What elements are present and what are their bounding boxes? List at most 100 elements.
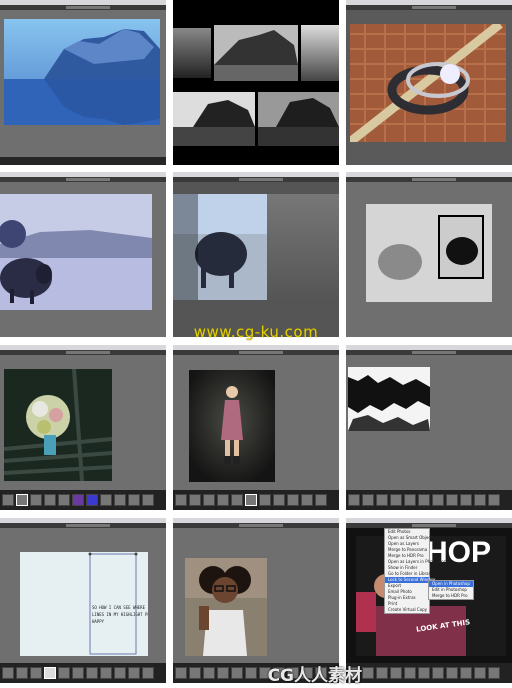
workspace: HOP LOOK AT THIS Edit Photos Open as Sma… [346, 528, 512, 683]
filmstrip-thumb[interactable] [273, 494, 285, 506]
cell-magazine: HOP LOOK AT THIS Edit Photos Open as Sma… [346, 518, 512, 683]
status-bar [0, 157, 166, 165]
filmstrip[interactable] [346, 490, 512, 510]
workspace [0, 355, 166, 510]
filmstrip-thumb[interactable] [404, 667, 416, 679]
filmstrip-thumb[interactable] [460, 667, 472, 679]
filmstrip-thumb[interactable] [16, 667, 28, 679]
filmstrip-thumb[interactable] [128, 667, 140, 679]
filmstrip-thumb[interactable] [362, 494, 374, 506]
menu-item[interactable]: Create Virtual Copy [385, 607, 429, 613]
filmstrip-thumb[interactable] [488, 494, 500, 506]
cell-rings [346, 0, 512, 165]
filmstrip-thumb[interactable] [348, 494, 360, 506]
filmstrip-thumb[interactable] [100, 494, 112, 506]
filmstrip-thumb[interactable] [376, 494, 388, 506]
filmstrip-thumb[interactable] [114, 667, 126, 679]
photo-girl-glasses [185, 558, 267, 656]
watermark-logo-text: CG人人素材 [267, 666, 362, 686]
photo-bw-5 [258, 92, 339, 146]
workspace [0, 182, 166, 337]
cell-girl-dress [173, 345, 339, 510]
filmstrip-thumb[interactable] [2, 667, 14, 679]
photo-girl-dress [189, 370, 275, 482]
workspace [346, 355, 512, 510]
filmstrip-thumb[interactable] [362, 667, 374, 679]
filmstrip-thumb[interactable] [30, 494, 42, 506]
photo-bison-survey-b [267, 194, 339, 300]
filmstrip-thumb-selected[interactable] [16, 494, 28, 506]
cell-bison-survey [173, 172, 339, 337]
filmstrip[interactable] [0, 663, 166, 683]
filmstrip-thumb[interactable] [418, 494, 430, 506]
filmstrip-thumb[interactable] [30, 667, 42, 679]
filmstrip-thumb[interactable] [44, 494, 56, 506]
cell-girl-glasses [173, 518, 339, 683]
filmstrip-thumb[interactable] [86, 667, 98, 679]
filmstrip-thumb[interactable] [142, 667, 154, 679]
filmstrip-thumb[interactable] [142, 494, 154, 506]
filmstrip-thumb[interactable] [474, 667, 486, 679]
filmstrip-thumb[interactable] [217, 494, 229, 506]
filmstrip-thumb[interactable] [245, 667, 257, 679]
filmstrip-thumb[interactable] [390, 667, 402, 679]
filmstrip-thumb[interactable] [404, 494, 416, 506]
filmstrip-thumb-selected[interactable] [245, 494, 257, 506]
filmstrip-thumb[interactable] [128, 494, 140, 506]
filmstrip[interactable] [346, 663, 512, 683]
cell-landscape-blue [0, 0, 166, 165]
filmstrip-thumb[interactable] [376, 667, 388, 679]
filmstrip-thumb[interactable] [58, 494, 70, 506]
filmstrip-thumb[interactable] [2, 494, 14, 506]
filmstrip-thumb[interactable] [189, 667, 201, 679]
filmstrip-thumb[interactable] [86, 494, 98, 506]
workspace [173, 528, 339, 683]
photo-rings [350, 24, 506, 142]
filmstrip-thumb[interactable] [259, 494, 271, 506]
filmstrip-thumb[interactable] [301, 494, 313, 506]
filmstrip-thumb[interactable] [175, 667, 187, 679]
filmstrip-thumb[interactable] [203, 494, 215, 506]
filmstrip-thumb[interactable] [446, 494, 458, 506]
filmstrip-thumb[interactable] [114, 494, 126, 506]
filmstrip-thumb[interactable] [460, 494, 472, 506]
submenu[interactable]: Open in Photoshop Edit in Photoshop Merg… [428, 580, 474, 600]
filmstrip-thumb[interactable] [72, 494, 84, 506]
workspace [346, 10, 512, 165]
filmstrip-thumb[interactable] [72, 667, 84, 679]
filmstrip-thumb-selected[interactable] [44, 667, 56, 679]
cell-note: SO HOW I CAN SEE WHERE LINES IN MY HIGHL… [0, 518, 166, 683]
filmstrip-thumb[interactable] [432, 667, 444, 679]
filmstrip-thumb[interactable] [315, 494, 327, 506]
filmstrip-thumb[interactable] [231, 667, 243, 679]
photo-note: SO HOW I CAN SEE WHERE LINES IN MY HIGHL… [20, 552, 148, 656]
submenu-item[interactable]: Merge to HDR Pro [429, 593, 473, 599]
filmstrip-thumb[interactable] [231, 494, 243, 506]
filmstrip-thumb[interactable] [100, 667, 112, 679]
filmstrip-thumb[interactable] [390, 494, 402, 506]
photo-bw-1 [173, 28, 211, 78]
filmstrip-thumb[interactable] [432, 494, 444, 506]
context-menu[interactable]: Edit Photos Open as Smart Object Open as… [384, 528, 446, 614]
filmstrip-thumb[interactable] [474, 494, 486, 506]
workspace [0, 10, 166, 165]
filmstrip[interactable] [173, 490, 339, 510]
workspace: SO HOW I CAN SEE WHERE LINES IN MY HIGHL… [0, 528, 166, 683]
filmstrip-thumb[interactable] [418, 667, 430, 679]
cell-bw-compare [173, 0, 339, 165]
filmstrip-thumb[interactable] [287, 494, 299, 506]
filmstrip-thumb[interactable] [189, 494, 201, 506]
filmstrip-thumb[interactable] [58, 667, 70, 679]
filmstrip-thumb[interactable] [175, 494, 187, 506]
cell-bison-bw [346, 172, 512, 337]
watermark-url: www.cg-ku.com [193, 323, 319, 341]
filmstrip-thumb[interactable] [488, 667, 500, 679]
filmstrip-thumb[interactable] [446, 667, 458, 679]
photo-bw-4 [173, 92, 255, 146]
screenshot-grid: SO HOW I CAN SEE WHERE LINES IN MY HIGHL… [0, 0, 512, 688]
photo-landscape [4, 19, 160, 125]
photo-bison-selected[interactable] [438, 215, 484, 279]
filmstrip[interactable] [0, 490, 166, 510]
filmstrip-thumb[interactable] [217, 667, 229, 679]
filmstrip-thumb[interactable] [203, 667, 215, 679]
